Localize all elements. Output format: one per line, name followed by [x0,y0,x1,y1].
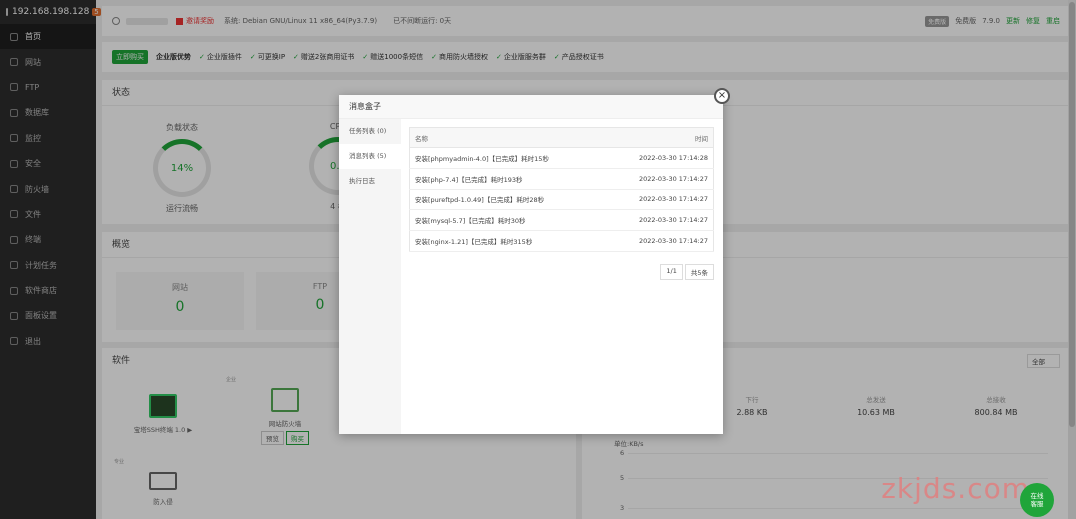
modal-title: 消息盒子 [339,95,723,119]
table-row: 安装[nginx-1.21]【已完成】耗时315秒 2022-03-30 17:1… [409,230,714,252]
table-row: 安装[mysql-5.7]【已完成】耗时30秒 2022-03-30 17:14:… [409,209,714,232]
table-row: 安装[phpmyadmin-4.0]【已完成】耗时15秒 2022-03-30 1… [409,147,714,169]
table-row: 安装[pureftpd-1.0.49]【已完成】耗时28秒 2022-03-30 … [409,189,714,211]
row-name: 安装[mysql-5.7]【已完成】耗时30秒 [409,209,606,232]
row-time: 2022-03-30 17:14:27 [605,168,714,190]
close-icon[interactable]: × [714,88,730,104]
chat-line2: 客服 [1030,500,1044,508]
row-name: 安装[nginx-1.21]【已完成】耗时315秒 [409,230,606,252]
online-service-button[interactable]: 在线 客服 [1020,483,1054,517]
tab-exec-log[interactable]: 执行日志 [339,169,401,194]
modal-body: 名称 时间 安装[phpmyadmin-4.0]【已完成】耗时15秒 2022-0… [409,127,714,280]
message-box-modal: 消息盒子 × 任务列表 (0) 消息列表 (5) 执行日志 名称 时间 安装[p… [339,88,730,434]
message-table: 名称 时间 安装[phpmyadmin-4.0]【已完成】耗时15秒 2022-0… [409,127,714,252]
tab-task-list[interactable]: 任务列表 (0) [339,119,401,144]
table-header-row: 名称 时间 [409,127,714,148]
row-time: 2022-03-30 17:14:27 [605,230,714,252]
col-time: 时间 [605,127,714,148]
row-time: 2022-03-30 17:14:28 [605,147,714,169]
row-time: 2022-03-30 17:14:27 [605,189,714,211]
watermark: zkjds.com [881,472,1030,505]
row-name: 安装[php-7.4]【已完成】耗时193秒 [409,168,606,190]
pagination: 1/1 共5条 [660,264,714,280]
col-name: 名称 [409,127,606,148]
chat-line1: 在线 [1030,492,1044,500]
tab-message-list[interactable]: 消息列表 (5) [339,144,401,169]
table-row: 安装[php-7.4]【已完成】耗时193秒 2022-03-30 17:14:2… [409,168,714,190]
row-time: 2022-03-30 17:14:27 [605,209,714,232]
modal-tabs: 任务列表 (0) 消息列表 (5) 执行日志 [339,119,401,434]
total-count: 共5条 [684,264,714,280]
page-indicator[interactable]: 1/1 [660,264,683,280]
row-name: 安装[pureftpd-1.0.49]【已完成】耗时28秒 [409,189,606,211]
row-name: 安装[phpmyadmin-4.0]【已完成】耗时15秒 [409,147,606,169]
